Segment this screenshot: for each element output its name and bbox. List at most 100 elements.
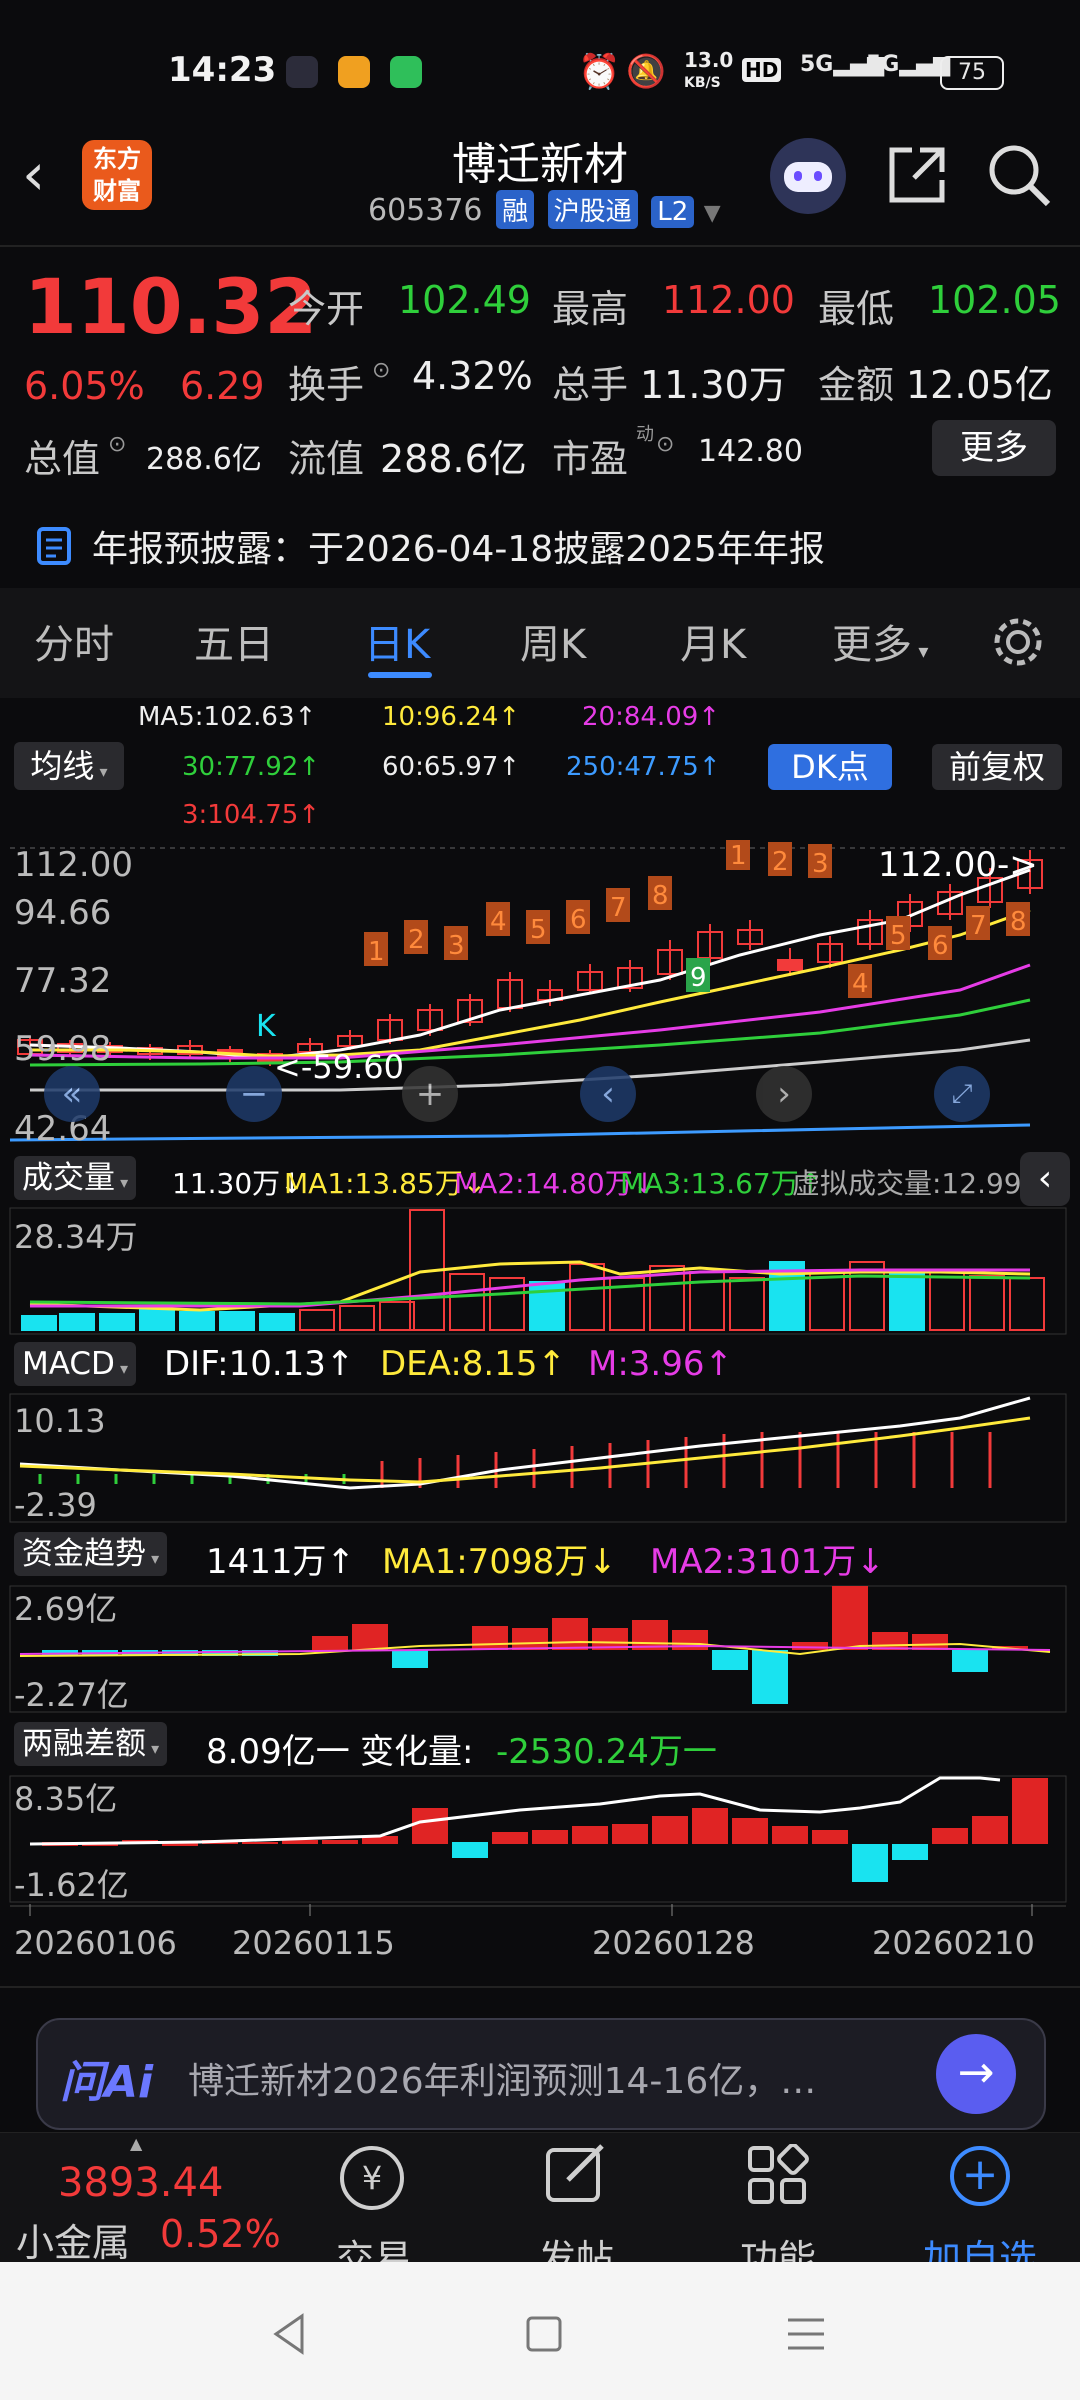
mktcap-label: 总值 [24, 437, 101, 481]
home-square-icon[interactable] [524, 2314, 564, 2354]
plus-icon[interactable]: + [950, 2146, 1010, 2206]
ma-dropdown[interactable]: 均线 ▾ [14, 742, 124, 790]
zoom-in-button[interactable]: + [402, 1066, 458, 1122]
ma30-legend: 30:77.92↑ [182, 752, 321, 782]
divider [0, 1986, 1080, 1988]
margin-bar [572, 1826, 608, 1844]
volume-bar [339, 1305, 375, 1331]
tab-monthly-k[interactable]: 月K [680, 612, 746, 670]
grid-icon[interactable] [746, 2144, 810, 2208]
ma250-line [9, 1123, 1031, 1142]
turnover-label: 换手 [288, 363, 365, 407]
volume-bar [1009, 1277, 1045, 1331]
tab-intraday[interactable]: 分时 [34, 612, 114, 670]
margin-bar [452, 1842, 488, 1858]
info-icon[interactable]: ⊙ [656, 432, 674, 457]
zoom-out-button[interactable]: − [226, 1066, 282, 1122]
margin-bar [322, 1840, 358, 1844]
tab-daily-k[interactable]: 日K [364, 612, 430, 670]
dk-number-label: 7 [610, 893, 627, 923]
dk-number-label: 8 [652, 881, 669, 911]
trade-icon[interactable]: ¥ [340, 2146, 404, 2210]
menu-icon[interactable] [784, 2314, 828, 2354]
ma10-legend: 10:96.24↑ [382, 702, 521, 732]
dk-point-button[interactable]: DK点 [768, 744, 892, 790]
y-tick-label: 59.98 [14, 1029, 111, 1069]
battery-app-icon [390, 56, 422, 88]
volume-dropdown[interactable]: 成交量 ▾ [14, 1156, 137, 1200]
fullscreen-button[interactable]: ⤢ [934, 1066, 990, 1122]
fund-bar [392, 1650, 428, 1668]
index-name[interactable]: 小金属 [16, 2212, 130, 2267]
margin-bar [692, 1808, 728, 1844]
margin-bar [732, 1818, 768, 1844]
volume-label: 总手 [552, 363, 629, 407]
kline-chart[interactable]: 112.00 94.66 77.32 59.98 42.64 112.00-> … [0, 840, 1080, 1146]
fund-bar [712, 1650, 748, 1670]
app-notification-icon [338, 56, 370, 88]
macd-dea: DEA:8.15↑ [380, 1344, 566, 1384]
open-label: 今开 [288, 287, 365, 331]
connect-tag: 沪股通 [547, 190, 638, 229]
fund-bar [792, 1642, 828, 1650]
volume-bar [219, 1311, 255, 1331]
tab-five-day[interactable]: 五日 [194, 612, 274, 670]
tab-weekly-k[interactable]: 周K [520, 612, 586, 670]
ai-prompt-text: 博迁新材2026年利润预测14-16亿，… [188, 2061, 817, 2102]
dk-number-label: 4 [490, 907, 507, 937]
arrow-right-icon[interactable]: → [936, 2034, 1016, 2114]
macd-chart: 10.13 -2.39 [9, 1393, 1067, 1524]
fund-y-top: 2.69亿 [14, 1590, 117, 1628]
fund-bar [552, 1618, 588, 1650]
fund-y-bottom: -2.27亿 [14, 1676, 129, 1714]
date-label: 20260210 [872, 1924, 1035, 1962]
notice-bar[interactable]: 年报预披露：于2026-04-18披露2025年年报 [0, 500, 1080, 590]
stock-code-row[interactable]: 605376 融 沪股通 L2 ▼ [368, 190, 721, 229]
fund-bar [832, 1586, 868, 1650]
margin-bar [972, 1816, 1008, 1844]
index-value[interactable]: 3893.44 [58, 2160, 223, 2206]
candle [777, 959, 803, 971]
margin-bar [612, 1824, 648, 1844]
date-label: 20260106 [14, 1924, 177, 1962]
stock-code: 605376 [368, 193, 483, 228]
share-icon[interactable] [884, 142, 950, 208]
back-triangle-icon[interactable] [268, 2312, 312, 2356]
tab-more[interactable]: 更多 ▾ [832, 612, 928, 670]
volume-value: 11.30万 [640, 363, 787, 407]
dk-number-label: 4 [852, 969, 869, 999]
volume-bar [929, 1271, 965, 1331]
volume-bar [729, 1277, 765, 1331]
scroll-left-button[interactable]: ‹ [580, 1066, 636, 1122]
mktcap-value: 288.6亿 [146, 442, 262, 477]
ma60-legend: 60:65.97↑ [382, 752, 521, 782]
search-icon[interactable] [984, 140, 1054, 210]
info-icon[interactable]: ⊙ [372, 358, 390, 383]
scroll-right-button[interactable]: › [756, 1066, 812, 1122]
pe-label: 市盈 [552, 437, 629, 481]
volume-bar [969, 1275, 1005, 1331]
scroll-left-fast-button[interactable]: « [44, 1066, 100, 1122]
gear-icon[interactable] [990, 614, 1046, 670]
ai-robot-icon[interactable] [770, 138, 846, 214]
ai-question-bar[interactable]: 问Ai 博迁新材2026年利润预测14-16亿，… → [36, 2018, 1046, 2130]
dk-number-label: 1 [730, 841, 747, 871]
margin-change-value: -2530.24万一 [496, 1732, 717, 1772]
macd-dropdown[interactable]: MACD ▾ [14, 1342, 137, 1386]
margin-bar [852, 1844, 888, 1882]
edit-icon[interactable] [544, 2142, 608, 2206]
fund-trend-dropdown[interactable]: 资金趋势 ▾ [14, 1532, 168, 1576]
fund-ma2: MA2:3101万↓ [650, 1542, 885, 1582]
date-label: 20260115 [232, 1924, 395, 1962]
fund-bar [472, 1626, 508, 1650]
adjust-button[interactable]: 前复权 [932, 744, 1062, 790]
ma20-legend: 20:84.09↑ [582, 702, 721, 732]
margin-dropdown[interactable]: 两融差额 ▾ [14, 1722, 168, 1766]
collapse-icon[interactable]: ‹ [1020, 1152, 1070, 1206]
dk-number-label: 7 [970, 911, 987, 941]
float-value: 288.6亿 [380, 437, 527, 481]
margin-y-top: 8.35亿 [14, 1780, 117, 1818]
info-icon[interactable]: ⊙ [108, 432, 126, 457]
margin-bar [282, 1840, 318, 1844]
more-button[interactable]: 更多 [932, 420, 1056, 476]
